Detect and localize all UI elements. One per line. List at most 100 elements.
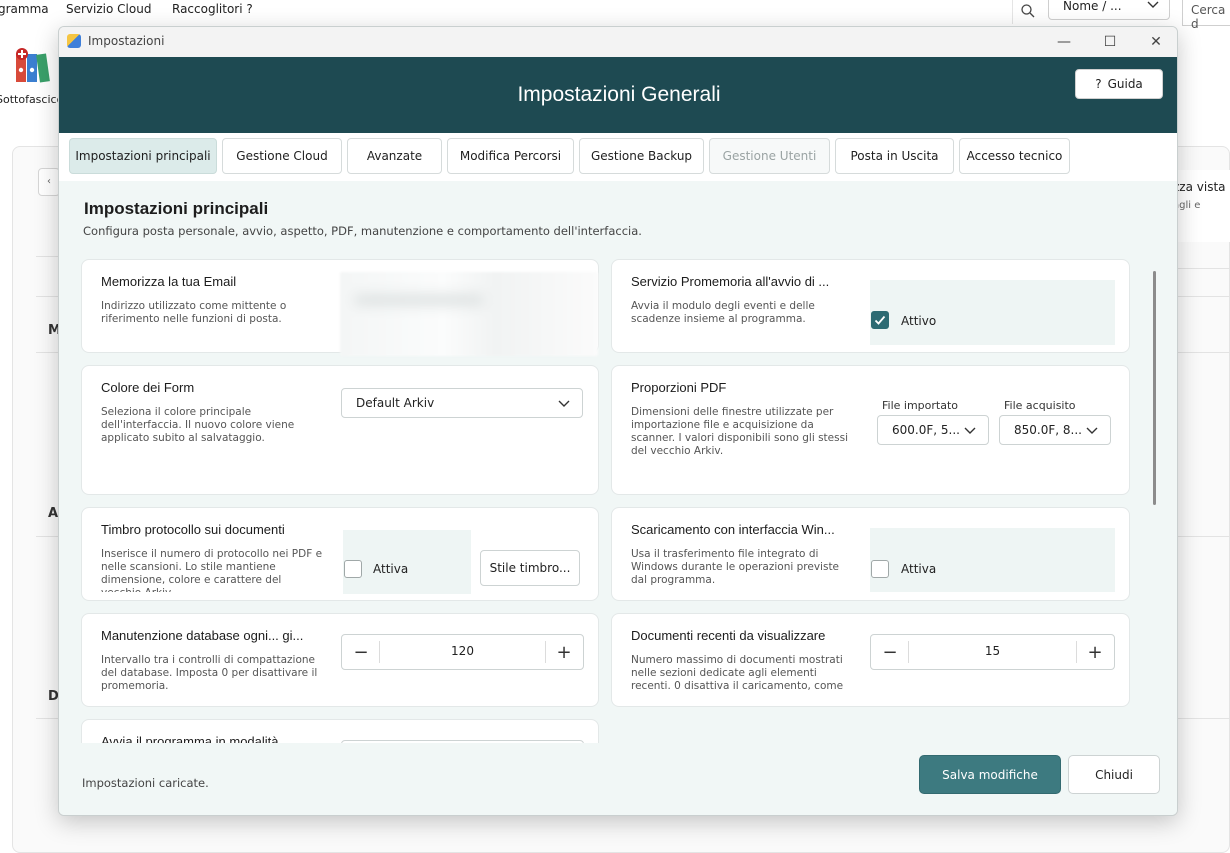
pdf-card-title: Proporzioni PDF — [631, 380, 727, 395]
minimize-button[interactable]: — — [1041, 27, 1087, 57]
recent-value-input[interactable]: 15 — [909, 644, 1076, 658]
decrement-button[interactable]: − — [872, 635, 908, 669]
save-button[interactable]: Salva modifiche — [919, 755, 1061, 794]
bg-divider — [1178, 718, 1230, 719]
window-titlebar[interactable]: Impostazioni — ☐ ✕ — [59, 27, 1177, 57]
pdf-acquired-value: 850.0F, 8... — [1014, 423, 1082, 437]
vertical-scrollbar[interactable] — [1153, 271, 1156, 505]
download-toggle-area: Attiva — [870, 528, 1115, 592]
bg-divider — [36, 296, 60, 297]
reminder-card-title: Servizio Promemoria all'avvio di ... — [631, 274, 830, 289]
maintenance-value-input[interactable]: 120 — [380, 644, 545, 658]
color-card-title: Colore dei Form — [101, 380, 195, 395]
bg-back-button[interactable]: ‹ — [38, 168, 60, 196]
plus-icon: + — [556, 641, 572, 663]
bg-menu-cloud[interactable]: Servizio Cloud — [66, 2, 151, 16]
guide-button[interactable]: ? Guida — [1075, 69, 1163, 99]
tab-accesso-tecnico[interactable]: Accesso tecnico — [959, 138, 1070, 174]
startup-card: Avvia il programma in modalità ... — [81, 719, 599, 743]
email-value-redacted — [354, 294, 484, 306]
color-select[interactable]: Default Arkiv — [341, 388, 583, 418]
stamp-toggle-area: Attiva — [343, 530, 471, 594]
download-card-title: Scaricamento con interfaccia Win... — [631, 522, 835, 537]
download-card-desc: Usa il trasferimento file integrato di W… — [631, 548, 840, 586]
minimize-icon: — — [1057, 34, 1071, 50]
tab-gestione-backup[interactable]: Gestione Backup — [579, 138, 704, 174]
increment-button[interactable]: + — [546, 635, 582, 669]
pdf-acquired-label: File acquisito — [1004, 399, 1076, 412]
minus-icon: − — [882, 641, 898, 663]
bg-menu-program[interactable]: gramma — [0, 2, 49, 16]
status-text: Impostazioni caricate. — [82, 776, 209, 790]
reminder-card-desc: Avvia il modulo degli eventi e delle sca… — [631, 300, 815, 325]
pdf-card-desc: Dimensioni delle finestre utilizzate per… — [631, 406, 848, 457]
bg-sort-value: Nome / ... — [1063, 0, 1122, 13]
bg-search-input[interactable]: Cerca d — [1182, 0, 1230, 31]
bg-divider — [36, 718, 60, 719]
search-icon[interactable] — [1020, 3, 1036, 19]
pdf-imported-select[interactable]: 600.0F, 5... — [877, 415, 989, 445]
bg-divider — [36, 256, 60, 257]
tab-impostazioni-principali[interactable]: Impostazioni principali — [69, 138, 217, 174]
chevron-down-icon — [964, 427, 976, 434]
color-card-desc: Seleziona il colore principale dell'inte… — [101, 406, 295, 444]
decrement-button[interactable]: − — [343, 635, 379, 669]
email-field[interactable] — [340, 272, 598, 356]
guide-label: Guida — [1107, 77, 1143, 91]
pdf-imported-label: File importato — [882, 399, 959, 412]
settings-dialog: Impostazioni — ☐ ✕ Impostazioni Generali… — [58, 26, 1178, 816]
minus-icon: − — [353, 641, 369, 663]
close-icon: ✕ — [1150, 34, 1162, 50]
startup-select[interactable] — [341, 740, 584, 743]
increment-button[interactable]: + — [1077, 635, 1113, 669]
bg-menu-binders[interactable]: Raccoglitori ? — [172, 2, 253, 16]
bg-divider — [1178, 268, 1230, 269]
reminder-card: Servizio Promemoria all'avvio di ... Avv… — [611, 259, 1130, 353]
recent-card-title: Documenti recenti da visualizzare — [631, 628, 826, 643]
tab-gestione-cloud[interactable]: Gestione Cloud — [222, 138, 342, 174]
pdf-card: Proporzioni PDF Dimensioni delle finestr… — [611, 365, 1130, 495]
page-title: Impostazioni Generali — [517, 83, 721, 106]
bg-right-title: zza vista — [1173, 180, 1226, 194]
dialog-footer: Impostazioni caricate. Salva modifiche C… — [59, 747, 1177, 815]
stamp-card-title: Timbro protocollo sui documenti — [101, 522, 285, 537]
download-checkbox[interactable] — [871, 560, 889, 578]
bg-divider — [1178, 536, 1230, 537]
close-window-button[interactable]: ✕ — [1133, 27, 1177, 57]
maintenance-card: Manutenzione database ogni... gi... Inte… — [81, 613, 599, 707]
settings-content: Impostazioni principali Configura posta … — [59, 181, 1177, 747]
email-card: Memorizza la tua Email Indirizzo utilizz… — [81, 259, 599, 356]
download-card: Scaricamento con interfaccia Win... Usa … — [611, 507, 1130, 601]
recent-card-desc: Numero massimo di documenti mostrati nel… — [631, 654, 844, 694]
bg-sort-select[interactable]: Nome / ... — [1048, 0, 1170, 20]
check-icon — [874, 315, 886, 325]
bg-divider — [1178, 352, 1230, 353]
stamp-card-desc: Inserisce il numero di protocollo nei PD… — [101, 548, 323, 592]
recent-card: Documenti recenti da visualizzare Numero… — [611, 613, 1130, 707]
tab-modifica-percorsi[interactable]: Modifica Percorsi — [447, 138, 574, 174]
maintenance-card-title: Manutenzione database ogni... gi... — [101, 628, 304, 643]
dialog-header: Impostazioni Generali ? Guida — [59, 57, 1177, 133]
tab-avanzate[interactable]: Avanzate — [347, 138, 442, 174]
pdf-imported-value: 600.0F, 5... — [892, 423, 960, 437]
stamp-check-label: Attiva — [373, 562, 409, 576]
bg-divider — [1178, 296, 1230, 297]
pdf-acquired-select[interactable]: 850.0F, 8... — [999, 415, 1111, 445]
startup-card-title: Avvia il programma in modalità ... — [101, 734, 293, 743]
stamp-checkbox[interactable] — [344, 560, 362, 578]
reminder-checkbox[interactable] — [871, 311, 889, 329]
binders-icon[interactable] — [14, 46, 54, 86]
bg-search-placeholder: Cerca d — [1191, 3, 1226, 31]
app-icon — [67, 34, 81, 48]
stamp-style-button[interactable]: Stile timbro... — [480, 550, 580, 586]
tab-bar: Impostazioni principali Gestione Cloud A… — [59, 133, 1177, 181]
maximize-button[interactable]: ☐ — [1087, 27, 1133, 57]
bg-divider — [36, 352, 60, 353]
maintenance-card-desc: Intervallo tra i controlli di compattazi… — [101, 654, 318, 692]
tab-posta-in-uscita[interactable]: Posta in Uscita — [835, 138, 954, 174]
plus-icon: + — [1087, 641, 1103, 663]
close-button[interactable]: Chiudi — [1068, 755, 1160, 794]
reminder-check-label: Attivo — [901, 314, 937, 328]
settings-scroll-area[interactable]: Memorizza la tua Email Indirizzo utilizz… — [81, 259, 1159, 743]
bg-row-letter: A — [48, 506, 59, 521]
